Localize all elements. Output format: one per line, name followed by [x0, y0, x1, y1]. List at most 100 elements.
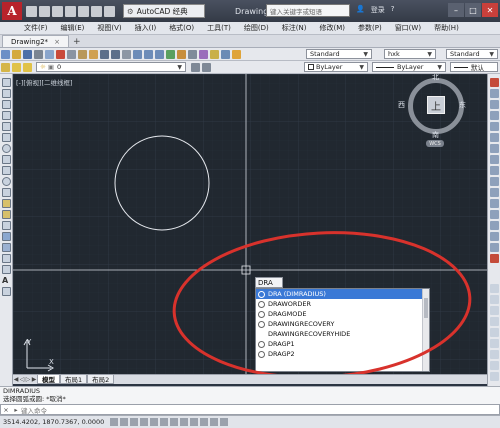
command-recent-icon[interactable]: ▸: [11, 406, 21, 414]
arc-icon[interactable]: [2, 133, 11, 142]
maximize-button[interactable]: □: [465, 3, 481, 17]
save-file-icon[interactable]: [23, 49, 32, 59]
redo-icon[interactable]: [111, 49, 120, 59]
layer-select[interactable]: ☼ ▣ 0 ▼: [36, 62, 186, 72]
open-icon[interactable]: [39, 5, 50, 17]
drawing-canvas[interactable]: [-][俯视][二维线框] 上 北 南 西 东 WCS Y X DRA DRA …: [13, 74, 487, 374]
snap-midpoint-icon[interactable]: [490, 306, 499, 315]
command-input[interactable]: 键入命令: [21, 405, 47, 415]
menu-parametric[interactable]: 参数(P): [358, 23, 382, 33]
object-snap-tracking-icon[interactable]: [180, 418, 189, 426]
menu-edit[interactable]: 编辑(E): [61, 23, 85, 33]
tab-layout2[interactable]: 布局2: [87, 375, 115, 384]
tab-layout1[interactable]: 布局1: [60, 375, 88, 384]
polar-tracking-icon[interactable]: [150, 418, 159, 426]
tab-model[interactable]: 模型: [37, 375, 60, 384]
properties-icon[interactable]: [166, 49, 175, 59]
command-line[interactable]: × ▸ 键入命令: [0, 404, 500, 415]
snap-center-icon[interactable]: [490, 328, 499, 337]
layer-previous-icon[interactable]: [202, 62, 211, 72]
stretch-icon[interactable]: [490, 166, 499, 175]
coordinates-readout[interactable]: 3514.4202, 1870.7367, 0.0000: [3, 418, 104, 426]
ortho-mode-icon[interactable]: [140, 418, 149, 426]
autocomplete-scrollbar[interactable]: [422, 289, 429, 371]
zoom-realtime-icon[interactable]: [133, 49, 142, 59]
copy-object-icon[interactable]: [490, 89, 499, 98]
app-logo[interactable]: A: [2, 2, 22, 20]
autocomplete-item[interactable]: DRAGMODE: [256, 309, 429, 319]
user-icon[interactable]: 👤: [356, 5, 365, 15]
command-autocomplete-list[interactable]: DRA (DIMRADIUS) DRAWORDER DRAGMODE DRAWI…: [255, 288, 430, 372]
menu-insert[interactable]: 插入(I): [135, 23, 157, 33]
close-button[interactable]: ✕: [482, 3, 498, 17]
mirror-icon[interactable]: [490, 100, 499, 109]
menu-draw[interactable]: 绘图(D): [244, 23, 269, 33]
infer-constraints-icon[interactable]: [110, 418, 119, 426]
spline-icon[interactable]: [2, 166, 11, 175]
navcube-east[interactable]: 东: [459, 100, 466, 110]
ellipse-icon[interactable]: [2, 177, 11, 186]
autocomplete-item[interactable]: DRA (DIMRADIUS): [256, 289, 429, 299]
snap-mode-icon[interactable]: [120, 418, 129, 426]
insert-block-icon[interactable]: [2, 199, 11, 208]
wcs-menu[interactable]: WCS: [426, 140, 444, 147]
rotate-icon[interactable]: [490, 144, 499, 153]
redo-icon[interactable]: [104, 5, 115, 17]
navcube-west[interactable]: 西: [398, 100, 405, 110]
erase-icon[interactable]: [490, 78, 499, 87]
sheet-set-icon[interactable]: [199, 49, 208, 59]
chamfer-icon[interactable]: [490, 232, 499, 241]
break-icon[interactable]: [490, 210, 499, 219]
workspace-select[interactable]: ⚙ AutoCAD 经典: [123, 4, 205, 18]
layer-properties-icon[interactable]: [1, 62, 10, 72]
new-icon[interactable]: [26, 5, 37, 17]
snap-none-icon[interactable]: [490, 372, 499, 381]
print-icon[interactable]: [34, 49, 43, 59]
object-snap-toggle-icon[interactable]: [160, 418, 169, 426]
navcube-north[interactable]: 北: [432, 74, 439, 82]
autocomplete-item[interactable]: DRAWINGRECOVERYHIDE: [256, 329, 429, 339]
menu-modify[interactable]: 修改(M): [319, 23, 345, 33]
new-tab-button[interactable]: +: [73, 37, 81, 47]
autocomplete-item[interactable]: DRAWINGRECOVERY: [256, 319, 429, 329]
dynamic-input-field[interactable]: DRA: [255, 277, 283, 288]
ducs-icon[interactable]: [190, 418, 199, 426]
line-icon[interactable]: [2, 78, 11, 87]
dim-style-select[interactable]: hxk ▼: [384, 49, 436, 59]
snap-tangent-icon[interactable]: [490, 350, 499, 359]
snap-quadrant-icon[interactable]: [490, 339, 499, 348]
layer-freeze-icon[interactable]: [23, 62, 32, 72]
color-select[interactable]: ByLayer ▼: [304, 62, 368, 72]
polyline-icon[interactable]: [2, 100, 11, 109]
snap-endpoint-icon[interactable]: [490, 295, 499, 304]
zoom-window-icon[interactable]: [144, 49, 153, 59]
close-icon[interactable]: ×: [54, 38, 60, 46]
lineweight-icon[interactable]: [210, 418, 219, 426]
menu-file[interactable]: 文件(F): [24, 23, 48, 33]
scrollbar-thumb[interactable]: [424, 298, 428, 318]
navcube-south[interactable]: 南: [432, 130, 439, 140]
dynamic-input-icon[interactable]: [200, 418, 209, 426]
hatch-icon[interactable]: [2, 232, 11, 241]
break-at-point-icon[interactable]: [490, 199, 499, 208]
revision-cloud-icon[interactable]: [2, 155, 11, 164]
open-file-icon[interactable]: [12, 49, 21, 59]
table-style-select[interactable]: Standard ▼: [446, 49, 498, 59]
design-center-icon[interactable]: [177, 49, 186, 59]
snap-perpendicular-icon[interactable]: [490, 361, 499, 370]
calculator-icon[interactable]: [221, 49, 230, 59]
linetype-select[interactable]: ByLayer ▼: [372, 62, 446, 72]
autocomplete-item[interactable]: DRAWORDER: [256, 299, 429, 309]
autocomplete-item[interactable]: DRAGP2: [256, 349, 429, 359]
object-snap-icon[interactable]: [490, 284, 499, 293]
zoom-previous-icon[interactable]: [155, 49, 164, 59]
tool-palettes-icon[interactable]: [188, 49, 197, 59]
help-icon[interactable]: [232, 49, 241, 59]
region-icon[interactable]: [2, 254, 11, 263]
gradient-icon[interactable]: [2, 243, 11, 252]
ellipse-arc-icon[interactable]: [2, 188, 11, 197]
point-icon[interactable]: [2, 221, 11, 230]
text-style-select[interactable]: Standard ▼: [306, 49, 372, 59]
close-command-icon[interactable]: ×: [1, 406, 11, 414]
plot-preview-icon[interactable]: [45, 49, 54, 59]
